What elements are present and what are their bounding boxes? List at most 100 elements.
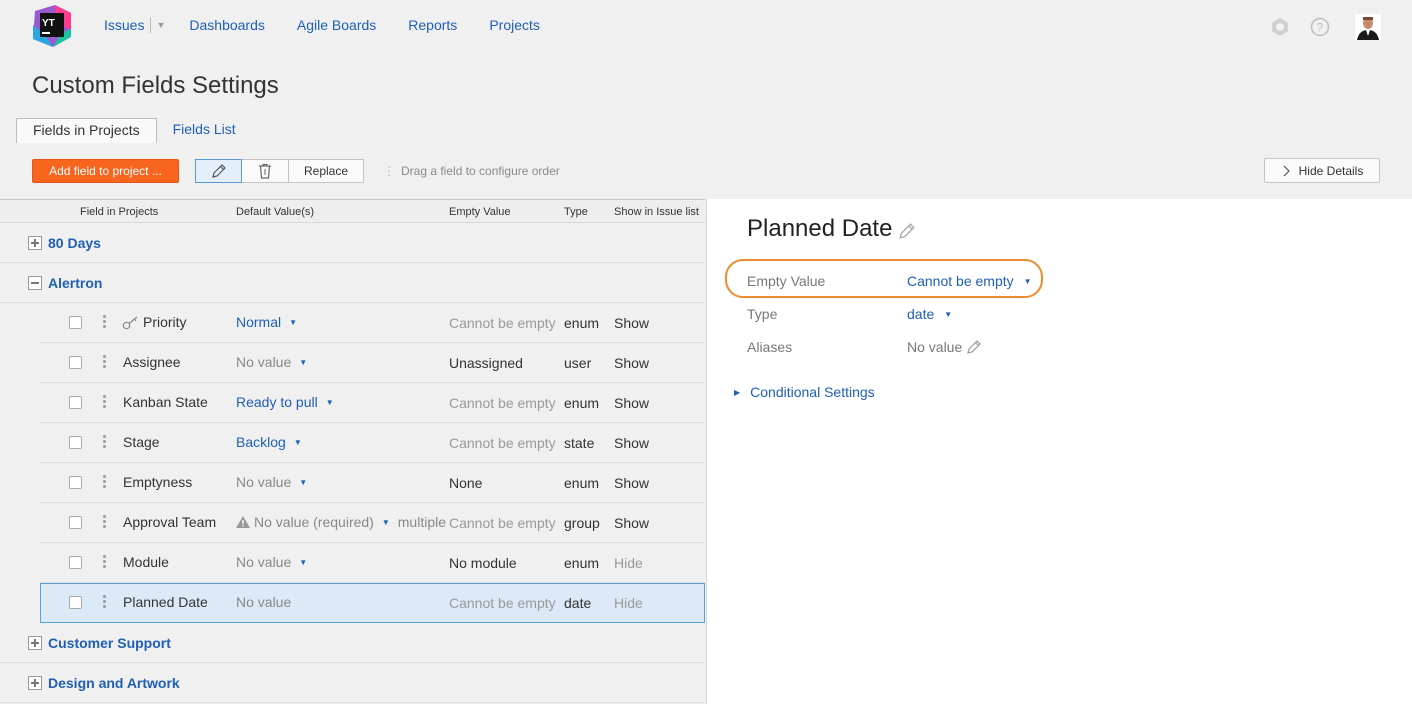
field-name[interactable]: Stage xyxy=(123,434,160,450)
youtrack-logo[interactable]: YT xyxy=(31,5,73,47)
empty-value-select[interactable]: Cannot be empty ▼ xyxy=(907,273,1032,289)
row-checkbox[interactable] xyxy=(69,476,82,489)
project-name[interactable]: Customer Support xyxy=(48,635,171,651)
edit-button[interactable] xyxy=(195,159,242,183)
project-name[interactable]: Alertron xyxy=(48,275,102,291)
project-group-design-and-artwork[interactable]: Design and Artwork xyxy=(0,663,705,703)
caret-down-icon[interactable]: ▼ xyxy=(382,518,390,527)
default-value[interactable]: Backlog xyxy=(236,434,286,450)
caret-down-icon[interactable]: ▼ xyxy=(944,310,952,319)
settings-gear-icon[interactable] xyxy=(1270,17,1290,37)
row-checkbox[interactable] xyxy=(69,356,82,369)
default-value-select[interactable]: No value ▼ xyxy=(236,554,307,570)
drag-handle-icon[interactable] xyxy=(103,475,106,490)
show-in-list[interactable]: Show xyxy=(614,355,649,371)
table-row[interactable]: Approval Team No value (required) ▼ multip… xyxy=(40,503,705,543)
issues-dropdown-icon[interactable]: ▼ xyxy=(156,20,165,30)
show-in-list[interactable]: Show xyxy=(614,515,649,531)
tab-fields-in-projects[interactable]: Fields in Projects xyxy=(16,118,157,143)
table-row[interactable]: Priority Normal ▼ Cannot be empty enum Sh… xyxy=(40,303,705,343)
field-name[interactable]: Priority xyxy=(143,314,187,330)
default-value[interactable]: Ready to pull xyxy=(236,394,318,410)
default-value[interactable]: Normal xyxy=(236,314,281,330)
show-in-list[interactable]: Show xyxy=(614,395,649,411)
project-group-customer-support[interactable]: Customer Support xyxy=(0,623,705,663)
project-group-80-days[interactable]: 80 Days xyxy=(0,223,705,263)
show-in-list[interactable]: Show xyxy=(614,475,649,491)
expand-icon[interactable] xyxy=(28,676,42,690)
project-group-alertron[interactable]: Alertron xyxy=(0,263,705,303)
expand-icon[interactable] xyxy=(28,236,42,250)
caret-down-icon[interactable]: ▼ xyxy=(299,478,307,487)
row-checkbox[interactable] xyxy=(69,436,82,449)
row-checkbox[interactable] xyxy=(69,596,82,609)
row-checkbox[interactable] xyxy=(69,556,82,569)
caret-right-icon[interactable]: ▶ xyxy=(734,388,740,397)
drag-handle-icon[interactable] xyxy=(103,395,106,410)
col-field[interactable]: Field in Projects xyxy=(80,206,158,218)
field-name[interactable]: Approval Team xyxy=(123,514,216,530)
default-value[interactable]: No value xyxy=(236,594,291,610)
show-in-list[interactable]: Hide xyxy=(614,595,643,611)
caret-down-icon[interactable]: ▼ xyxy=(326,398,334,407)
aliases-value-text[interactable]: No value xyxy=(907,339,962,355)
hide-details-button[interactable]: Hide Details xyxy=(1264,158,1380,183)
col-empty[interactable]: Empty Value xyxy=(449,206,511,218)
drag-handle-icon[interactable] xyxy=(103,595,106,610)
default-value-select[interactable]: No value ▼ xyxy=(236,474,307,490)
caret-down-icon[interactable]: ▼ xyxy=(294,438,302,447)
drag-handle-icon[interactable] xyxy=(103,315,106,330)
default-value[interactable]: No value xyxy=(236,474,291,490)
field-name[interactable]: Module xyxy=(123,554,169,570)
table-row[interactable]: Kanban State Ready to pull ▼ Cannot be em… xyxy=(40,383,705,423)
nav-reports[interactable]: Reports xyxy=(408,17,457,33)
drag-handle-icon[interactable] xyxy=(103,555,106,570)
table-row-selected[interactable]: Planned Date No value Cannot be empty da… xyxy=(40,583,705,623)
table-row[interactable]: Stage Backlog ▼ Cannot be empty state Sho… xyxy=(40,423,705,463)
show-in-list[interactable]: Show xyxy=(614,435,649,451)
nav-issues[interactable]: Issues xyxy=(104,17,144,33)
nav-agile-boards[interactable]: Agile Boards xyxy=(297,17,376,33)
conditional-settings-toggle[interactable]: ▶ Conditional Settings xyxy=(734,384,875,400)
field-name[interactable]: Kanban State xyxy=(123,394,208,410)
caret-down-icon[interactable]: ▼ xyxy=(299,358,307,367)
expand-icon[interactable] xyxy=(28,636,42,650)
row-checkbox[interactable] xyxy=(69,316,82,329)
project-name[interactable]: Design and Artwork xyxy=(48,675,180,691)
default-value[interactable]: No value xyxy=(236,554,291,570)
help-icon[interactable]: ? xyxy=(1310,17,1330,37)
caret-down-icon[interactable]: ▼ xyxy=(1024,277,1032,286)
empty-value-text[interactable]: Cannot be empty xyxy=(907,273,1014,289)
type-select[interactable]: date ▼ xyxy=(907,306,952,322)
add-field-button[interactable]: Add field to project ... xyxy=(32,159,179,183)
edit-pencil-icon[interactable] xyxy=(966,339,982,355)
col-default[interactable]: Default Value(s) xyxy=(236,206,314,218)
delete-button[interactable] xyxy=(241,159,289,183)
caret-down-icon[interactable]: ▼ xyxy=(289,318,297,327)
drag-handle-icon[interactable] xyxy=(103,355,106,370)
type-value[interactable]: date xyxy=(907,306,934,322)
nav-projects[interactable]: Projects xyxy=(489,17,540,33)
field-name[interactable]: Emptyness xyxy=(123,474,192,490)
edit-pencil-icon[interactable] xyxy=(898,222,916,240)
default-value-select[interactable]: Normal ▼ xyxy=(236,314,297,330)
default-value-select[interactable]: No value (required) ▼ multiple xyxy=(236,514,446,530)
col-type[interactable]: Type xyxy=(564,206,588,218)
conditional-settings-label[interactable]: Conditional Settings xyxy=(750,384,875,400)
show-in-list[interactable]: Show xyxy=(614,315,649,331)
default-value-select[interactable]: Ready to pull ▼ xyxy=(236,394,334,410)
default-value-text[interactable]: No value xyxy=(236,594,291,610)
replace-button[interactable]: Replace xyxy=(288,159,364,183)
col-show[interactable]: Show in Issue list xyxy=(614,206,699,218)
default-value[interactable]: No value (required) xyxy=(254,514,374,530)
default-value[interactable]: No value xyxy=(236,354,291,370)
tab-fields-list[interactable]: Fields List xyxy=(157,118,252,143)
field-name[interactable]: Planned Date xyxy=(123,594,208,610)
drag-handle-icon[interactable] xyxy=(103,435,106,450)
caret-down-icon[interactable]: ▼ xyxy=(299,558,307,567)
collapse-icon[interactable] xyxy=(28,276,42,290)
row-checkbox[interactable] xyxy=(69,516,82,529)
row-checkbox[interactable] xyxy=(69,396,82,409)
default-value-select[interactable]: No value ▼ xyxy=(236,354,307,370)
table-row[interactable]: Module No value ▼ No module enum Hide xyxy=(40,543,705,583)
